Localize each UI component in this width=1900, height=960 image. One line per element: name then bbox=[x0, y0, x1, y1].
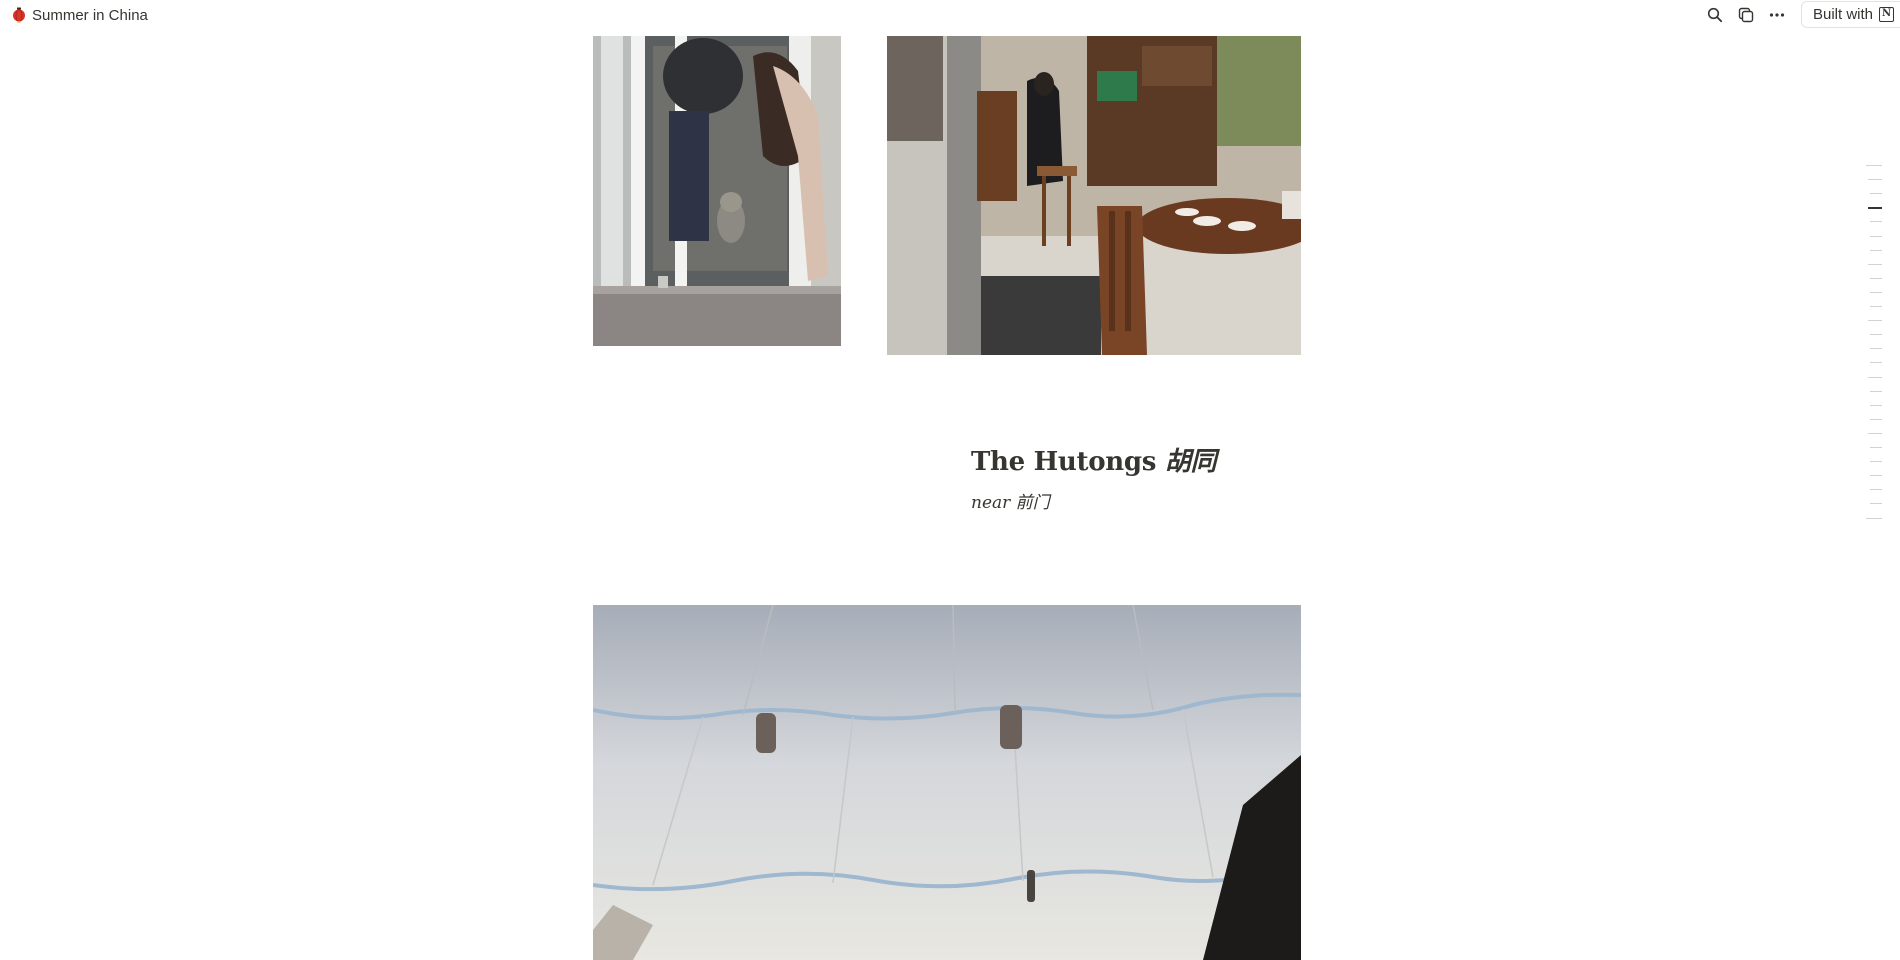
red-lantern-icon bbox=[13, 7, 25, 23]
toc-item[interactable] bbox=[1870, 306, 1882, 307]
duplicate-icon bbox=[1738, 7, 1754, 23]
toc-item[interactable] bbox=[1868, 263, 1882, 265]
more-button[interactable] bbox=[1766, 4, 1788, 26]
section-subheading: near 前门 bbox=[971, 493, 1050, 513]
section-heading-chinese: 胡同 bbox=[1164, 447, 1217, 477]
page-title: Summer in China bbox=[32, 6, 148, 24]
toc-item[interactable] bbox=[1866, 517, 1882, 519]
toc-item[interactable] bbox=[1870, 418, 1882, 420]
search-button[interactable] bbox=[1704, 4, 1726, 26]
toc-item[interactable] bbox=[1866, 165, 1882, 166]
built-with-notion-button[interactable]: Built with N bbox=[1801, 1, 1900, 28]
toc-item[interactable] bbox=[1868, 179, 1882, 181]
section-heading-text: The Hutongs bbox=[971, 447, 1157, 477]
top-bar: Summer in China Built with N bbox=[0, 0, 1900, 29]
toc-item[interactable] bbox=[1868, 320, 1882, 322]
toc-item[interactable] bbox=[1870, 334, 1882, 336]
notion-logo-icon: N bbox=[1879, 7, 1895, 22]
toc-item[interactable] bbox=[1870, 235, 1882, 237]
canopy-photo-image bbox=[593, 605, 1301, 960]
toc-item[interactable] bbox=[1870, 277, 1882, 279]
toc-item[interactable] bbox=[1870, 291, 1882, 293]
more-icon bbox=[1769, 13, 1785, 17]
toc-item[interactable] bbox=[1870, 390, 1882, 392]
toc-item[interactable] bbox=[1870, 249, 1882, 251]
toc-item[interactable] bbox=[1870, 348, 1882, 350]
toc-item[interactable] bbox=[1870, 489, 1882, 491]
cafe-photo-image bbox=[887, 36, 1301, 355]
duplicate-button[interactable] bbox=[1735, 4, 1757, 26]
toc-item[interactable] bbox=[1870, 221, 1882, 223]
toc-item[interactable] bbox=[1870, 447, 1882, 448]
toc-item[interactable] bbox=[1870, 461, 1882, 463]
built-with-label: Built with bbox=[1813, 6, 1874, 23]
cat-photo-image bbox=[593, 36, 841, 346]
toc-item[interactable] bbox=[1870, 503, 1882, 505]
search-icon bbox=[1707, 7, 1723, 23]
toc-item[interactable] bbox=[1870, 475, 1882, 477]
breadcrumb[interactable]: Summer in China bbox=[12, 5, 148, 25]
toc-item[interactable] bbox=[1868, 207, 1882, 209]
photo-white-canopy[interactable] bbox=[593, 605, 1301, 960]
photo-cafe-interior[interactable] bbox=[887, 36, 1301, 355]
toc-item[interactable] bbox=[1870, 193, 1882, 195]
toc-item[interactable] bbox=[1870, 362, 1882, 364]
photo-cat-at-door[interactable] bbox=[593, 36, 841, 346]
section-heading: The Hutongs 胡同 bbox=[971, 441, 1217, 478]
toc-item[interactable] bbox=[1868, 432, 1882, 434]
toc-item[interactable] bbox=[1870, 404, 1882, 406]
toc-item[interactable] bbox=[1868, 376, 1882, 378]
